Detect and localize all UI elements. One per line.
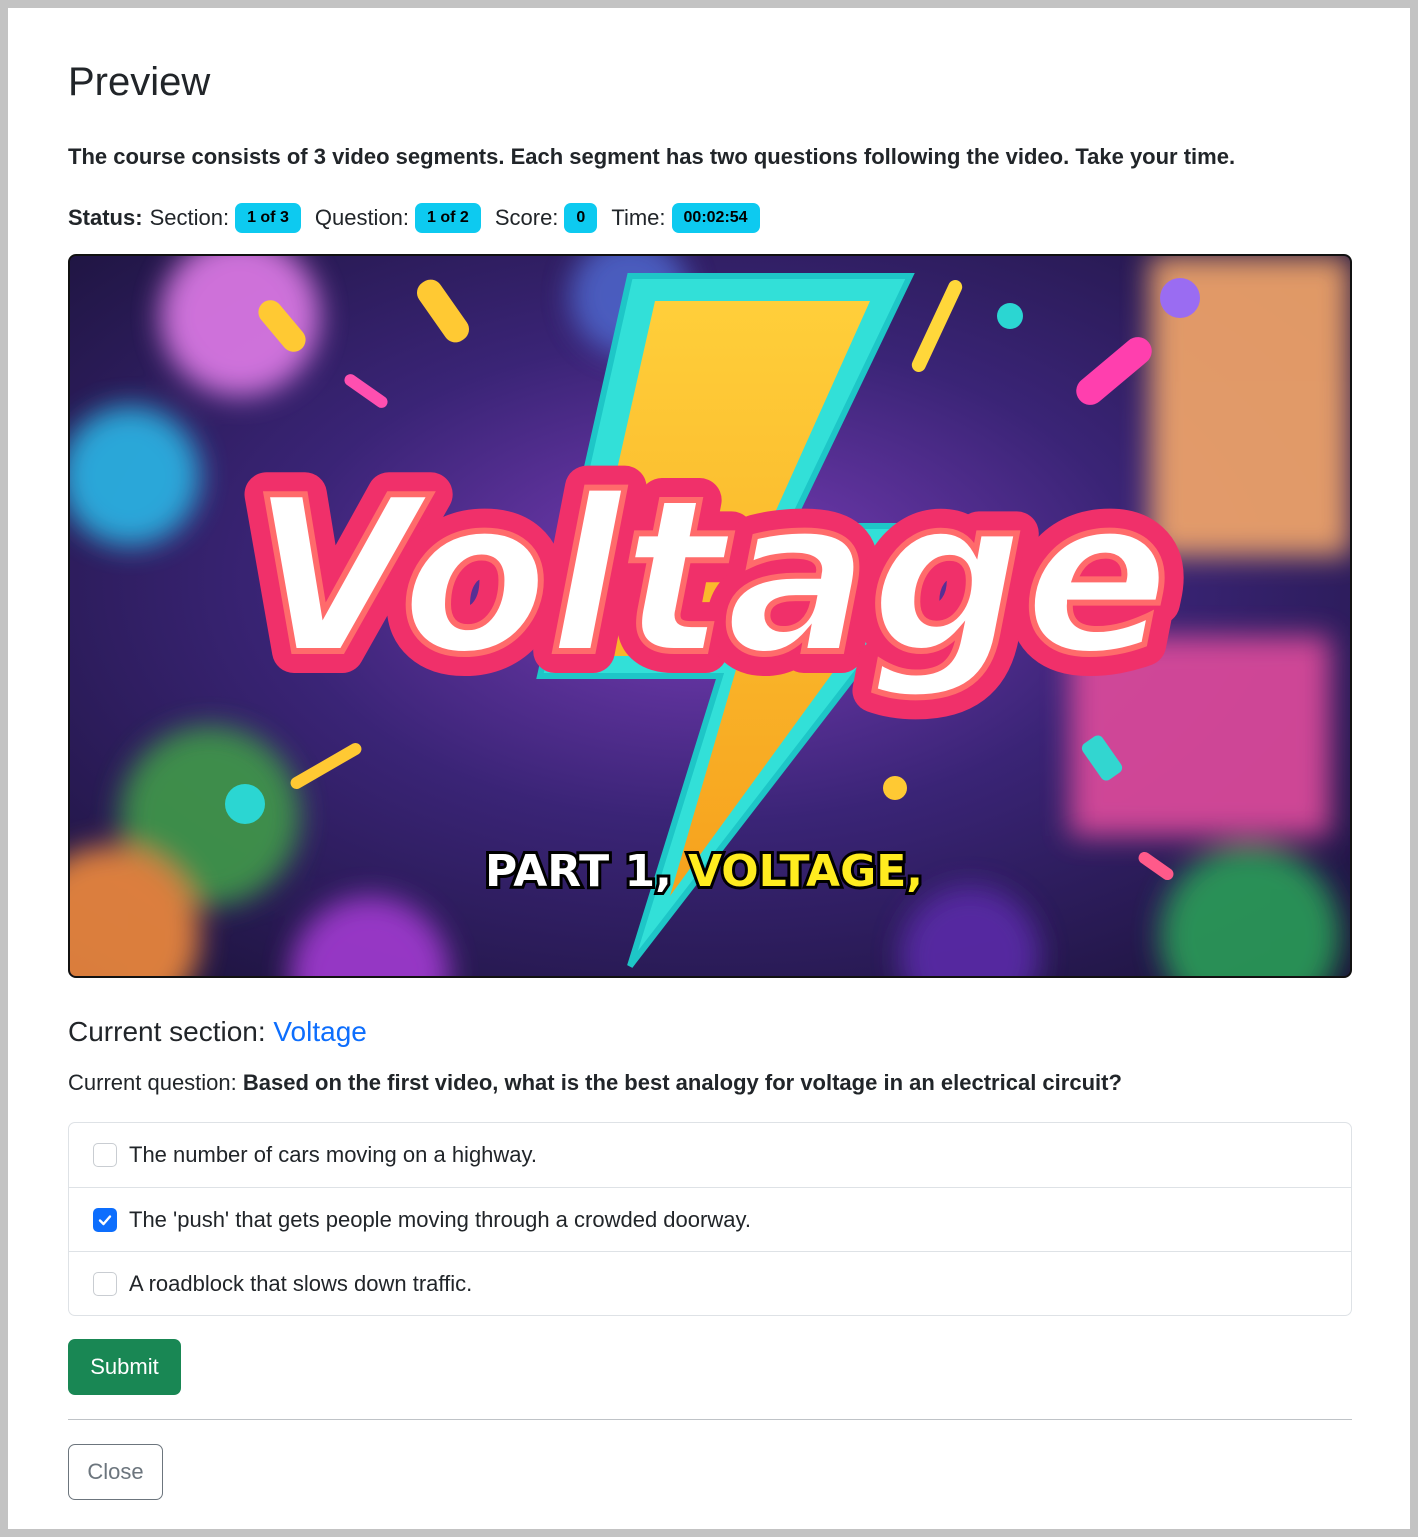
- modal-title: Preview: [68, 60, 211, 104]
- current-question-text: Based on the first video, what is the be…: [242, 1070, 1122, 1095]
- video-title-art: Voltage Voltage: [228, 429, 1192, 724]
- answer-checkbox-checked[interactable]: [93, 1207, 117, 1232]
- current-section: Current section: Voltage: [68, 1012, 367, 1052]
- submit-button[interactable]: Submit: [68, 1339, 181, 1395]
- section-badge: 1 of 3: [235, 203, 301, 233]
- answer-checkbox[interactable]: [93, 1143, 117, 1167]
- time-badge: 00:02:54: [671, 203, 760, 233]
- preview-modal: Preview The course consists of 3 video s…: [8, 8, 1410, 1529]
- score-badge: 0: [564, 203, 598, 233]
- video-caption-part: PART 1,: [485, 846, 672, 897]
- status-bar: Status: Section: 1 of 3 Question: 1 of 2…: [68, 201, 774, 235]
- status-label: Status:: [68, 205, 143, 230]
- video-player[interactable]: Voltage Voltage PART 1, VOLTAGE,: [68, 254, 1352, 978]
- answer-options: The number of cars moving on a highway. …: [68, 1122, 1352, 1316]
- answer-label: A roadblock that slows down traffic.: [129, 1270, 473, 1296]
- footer-divider: [68, 1419, 1352, 1420]
- video-thumbnail: Voltage Voltage PART 1, VOLTAGE,: [70, 256, 1350, 976]
- close-button[interactable]: Close: [68, 1444, 163, 1500]
- answer-checkbox[interactable]: [93, 1271, 117, 1296]
- section-label: Section:: [149, 205, 230, 230]
- question-label: Question:: [314, 205, 410, 230]
- checkmark-icon: [98, 1214, 112, 1225]
- answer-option[interactable]: The number of cars moving on a highway.: [69, 1123, 1351, 1187]
- answer-label: The number of cars moving on a highway.: [129, 1142, 538, 1167]
- course-intro-text: The course consists of 3 video segments.…: [68, 144, 1236, 169]
- current-question-label: Current question:: [68, 1070, 237, 1095]
- current-section-link[interactable]: Voltage: [273, 1016, 366, 1047]
- question-badge: 1 of 2: [415, 203, 481, 233]
- video-title-text: Voltage: [250, 451, 1170, 702]
- score-label: Score:: [494, 205, 559, 230]
- video-caption-topic: VOLTAGE,: [688, 846, 923, 897]
- answer-option[interactable]: A roadblock that slows down traffic.: [69, 1251, 1351, 1315]
- current-section-label: Current section:: [68, 1016, 266, 1047]
- answer-label: The 'push' that gets people moving throu…: [129, 1206, 751, 1232]
- answer-option[interactable]: The 'push' that gets people moving throu…: [69, 1187, 1351, 1251]
- time-label: Time:: [611, 205, 666, 230]
- current-question: Current question: Based on the first vid…: [68, 1066, 1122, 1100]
